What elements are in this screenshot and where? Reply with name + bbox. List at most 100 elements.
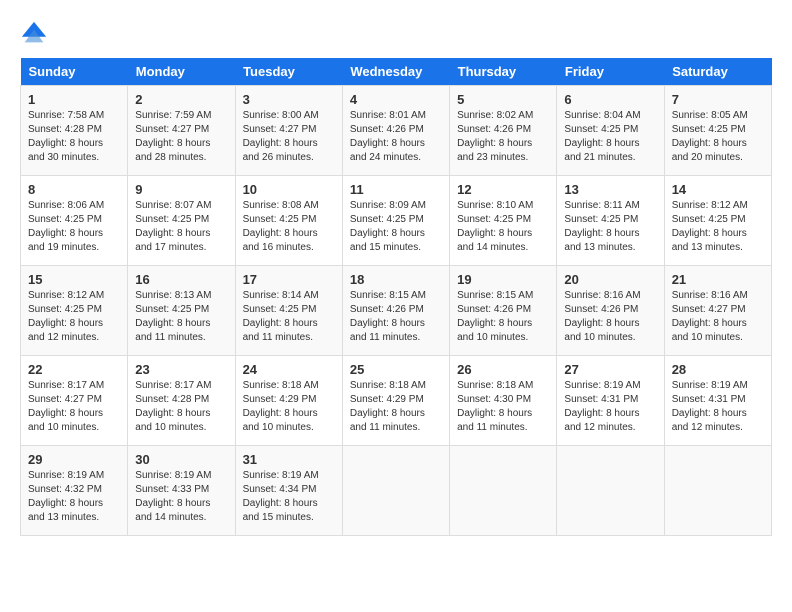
calendar-cell: 22 Sunrise: 8:17 AM Sunset: 4:27 PM Dayli… — [21, 356, 128, 446]
day-info: Sunrise: 8:19 AM Sunset: 4:31 PM Dayligh… — [564, 379, 656, 435]
day-number: 29 — [28, 452, 120, 467]
calendar-cell — [342, 446, 449, 536]
day-number: 8 — [28, 182, 120, 197]
calendar-cell: 28 Sunrise: 8:19 AM Sunset: 4:31 PM Dayli… — [664, 356, 771, 446]
day-info: Sunrise: 8:02 AM Sunset: 4:26 PM Dayligh… — [457, 109, 549, 165]
logo — [20, 20, 52, 48]
day-number: 24 — [243, 362, 335, 377]
day-number: 2 — [135, 92, 227, 107]
day-number: 15 — [28, 272, 120, 287]
day-number: 10 — [243, 182, 335, 197]
calendar-cell — [664, 446, 771, 536]
day-info: Sunrise: 8:04 AM Sunset: 4:25 PM Dayligh… — [564, 109, 656, 165]
day-info: Sunrise: 8:15 AM Sunset: 4:26 PM Dayligh… — [350, 289, 442, 345]
calendar-cell: 15 Sunrise: 8:12 AM Sunset: 4:25 PM Dayli… — [21, 266, 128, 356]
calendar-cell: 13 Sunrise: 8:11 AM Sunset: 4:25 PM Dayli… — [557, 176, 664, 266]
day-info: Sunrise: 8:06 AM Sunset: 4:25 PM Dayligh… — [28, 199, 120, 255]
weekday-header-thursday: Thursday — [450, 58, 557, 86]
weekday-header-wednesday: Wednesday — [342, 58, 449, 86]
day-info: Sunrise: 8:05 AM Sunset: 4:25 PM Dayligh… — [672, 109, 764, 165]
day-number: 30 — [135, 452, 227, 467]
day-number: 12 — [457, 182, 549, 197]
weekday-header-tuesday: Tuesday — [235, 58, 342, 86]
weekday-header-sunday: Sunday — [21, 58, 128, 86]
day-number: 18 — [350, 272, 442, 287]
day-number: 3 — [243, 92, 335, 107]
day-info: Sunrise: 8:17 AM Sunset: 4:27 PM Dayligh… — [28, 379, 120, 435]
day-info: Sunrise: 8:12 AM Sunset: 4:25 PM Dayligh… — [28, 289, 120, 345]
day-number: 21 — [672, 272, 764, 287]
day-info: Sunrise: 8:19 AM Sunset: 4:31 PM Dayligh… — [672, 379, 764, 435]
day-number: 5 — [457, 92, 549, 107]
day-number: 25 — [350, 362, 442, 377]
calendar-cell: 23 Sunrise: 8:17 AM Sunset: 4:28 PM Dayli… — [128, 356, 235, 446]
calendar-cell: 6 Sunrise: 8:04 AM Sunset: 4:25 PM Daylig… — [557, 86, 664, 176]
calendar-cell: 11Sunrise: 8:09 AM Sunset: 4:25 PM Dayli… — [342, 176, 449, 266]
day-info: Sunrise: 8:19 AM Sunset: 4:34 PM Dayligh… — [243, 469, 335, 525]
day-info: Sunrise: 8:09 AM Sunset: 4:25 PM Dayligh… — [350, 199, 442, 255]
day-info: Sunrise: 8:13 AM Sunset: 4:25 PM Dayligh… — [135, 289, 227, 345]
day-number: 4 — [350, 92, 442, 107]
day-info: Sunrise: 8:18 AM Sunset: 4:29 PM Dayligh… — [243, 379, 335, 435]
day-number: 14 — [672, 182, 764, 197]
calendar-table: SundayMondayTuesdayWednesdayThursdayFrid… — [20, 58, 772, 536]
day-info: Sunrise: 8:19 AM Sunset: 4:33 PM Dayligh… — [135, 469, 227, 525]
week-row-2: 8 Sunrise: 8:06 AM Sunset: 4:25 PM Daylig… — [21, 176, 772, 266]
calendar-cell: 27 Sunrise: 8:19 AM Sunset: 4:31 PM Dayli… — [557, 356, 664, 446]
calendar-cell — [450, 446, 557, 536]
week-row-1: 1Sunrise: 7:58 AM Sunset: 4:28 PM Daylig… — [21, 86, 772, 176]
calendar-cell: 5 Sunrise: 8:02 AM Sunset: 4:26 PM Daylig… — [450, 86, 557, 176]
calendar-cell: 24 Sunrise: 8:18 AM Sunset: 4:29 PM Dayli… — [235, 356, 342, 446]
day-info: Sunrise: 8:16 AM Sunset: 4:26 PM Dayligh… — [564, 289, 656, 345]
weekday-header-friday: Friday — [557, 58, 664, 86]
calendar-cell: 31 Sunrise: 8:19 AM Sunset: 4:34 PM Dayli… — [235, 446, 342, 536]
day-number: 13 — [564, 182, 656, 197]
calendar-cell: 25 Sunrise: 8:18 AM Sunset: 4:29 PM Dayli… — [342, 356, 449, 446]
day-info: Sunrise: 8:18 AM Sunset: 4:30 PM Dayligh… — [457, 379, 549, 435]
day-info: Sunrise: 7:58 AM Sunset: 4:28 PM Dayligh… — [28, 109, 120, 165]
day-number: 22 — [28, 362, 120, 377]
day-number: 23 — [135, 362, 227, 377]
day-info: Sunrise: 8:14 AM Sunset: 4:25 PM Dayligh… — [243, 289, 335, 345]
day-number: 16 — [135, 272, 227, 287]
day-info: Sunrise: 8:17 AM Sunset: 4:28 PM Dayligh… — [135, 379, 227, 435]
calendar-cell: 29 Sunrise: 8:19 AM Sunset: 4:32 PM Dayli… — [21, 446, 128, 536]
calendar-cell: 19 Sunrise: 8:15 AM Sunset: 4:26 PM Dayli… — [450, 266, 557, 356]
calendar-cell: 14 Sunrise: 8:12 AM Sunset: 4:25 PM Dayli… — [664, 176, 771, 266]
weekday-header-row: SundayMondayTuesdayWednesdayThursdayFrid… — [21, 58, 772, 86]
day-number: 28 — [672, 362, 764, 377]
day-info: Sunrise: 8:18 AM Sunset: 4:29 PM Dayligh… — [350, 379, 442, 435]
calendar-cell: 30 Sunrise: 8:19 AM Sunset: 4:33 PM Dayli… — [128, 446, 235, 536]
day-info: Sunrise: 8:08 AM Sunset: 4:25 PM Dayligh… — [243, 199, 335, 255]
calendar-cell: 20 Sunrise: 8:16 AM Sunset: 4:26 PM Dayli… — [557, 266, 664, 356]
calendar-cell: 4Sunrise: 8:01 AM Sunset: 4:26 PM Daylig… — [342, 86, 449, 176]
calendar-cell — [557, 446, 664, 536]
day-number: 19 — [457, 272, 549, 287]
calendar-cell: 17 Sunrise: 8:14 AM Sunset: 4:25 PM Dayli… — [235, 266, 342, 356]
day-number: 17 — [243, 272, 335, 287]
calendar-cell: 2 Sunrise: 7:59 AM Sunset: 4:27 PM Daylig… — [128, 86, 235, 176]
day-info: Sunrise: 8:12 AM Sunset: 4:25 PM Dayligh… — [672, 199, 764, 255]
calendar-cell: 21 Sunrise: 8:16 AM Sunset: 4:27 PM Dayli… — [664, 266, 771, 356]
weekday-header-saturday: Saturday — [664, 58, 771, 86]
day-info: Sunrise: 8:19 AM Sunset: 4:32 PM Dayligh… — [28, 469, 120, 525]
day-number: 6 — [564, 92, 656, 107]
calendar-cell: 10 Sunrise: 8:08 AM Sunset: 4:25 PM Dayli… — [235, 176, 342, 266]
day-number: 20 — [564, 272, 656, 287]
page-header — [20, 20, 772, 48]
day-info: Sunrise: 7:59 AM Sunset: 4:27 PM Dayligh… — [135, 109, 227, 165]
day-info: Sunrise: 8:07 AM Sunset: 4:25 PM Dayligh… — [135, 199, 227, 255]
calendar-cell: 7Sunrise: 8:05 AM Sunset: 4:25 PM Daylig… — [664, 86, 771, 176]
calendar-cell: 8 Sunrise: 8:06 AM Sunset: 4:25 PM Daylig… — [21, 176, 128, 266]
day-info: Sunrise: 8:15 AM Sunset: 4:26 PM Dayligh… — [457, 289, 549, 345]
day-info: Sunrise: 8:16 AM Sunset: 4:27 PM Dayligh… — [672, 289, 764, 345]
day-number: 27 — [564, 362, 656, 377]
calendar-cell: 16 Sunrise: 8:13 AM Sunset: 4:25 PM Dayli… — [128, 266, 235, 356]
calendar-cell: 1Sunrise: 7:58 AM Sunset: 4:28 PM Daylig… — [21, 86, 128, 176]
calendar-cell: 18 Sunrise: 8:15 AM Sunset: 4:26 PM Dayli… — [342, 266, 449, 356]
day-info: Sunrise: 8:10 AM Sunset: 4:25 PM Dayligh… — [457, 199, 549, 255]
weekday-header-monday: Monday — [128, 58, 235, 86]
week-row-5: 29 Sunrise: 8:19 AM Sunset: 4:32 PM Dayli… — [21, 446, 772, 536]
day-info: Sunrise: 8:11 AM Sunset: 4:25 PM Dayligh… — [564, 199, 656, 255]
day-number: 31 — [243, 452, 335, 467]
